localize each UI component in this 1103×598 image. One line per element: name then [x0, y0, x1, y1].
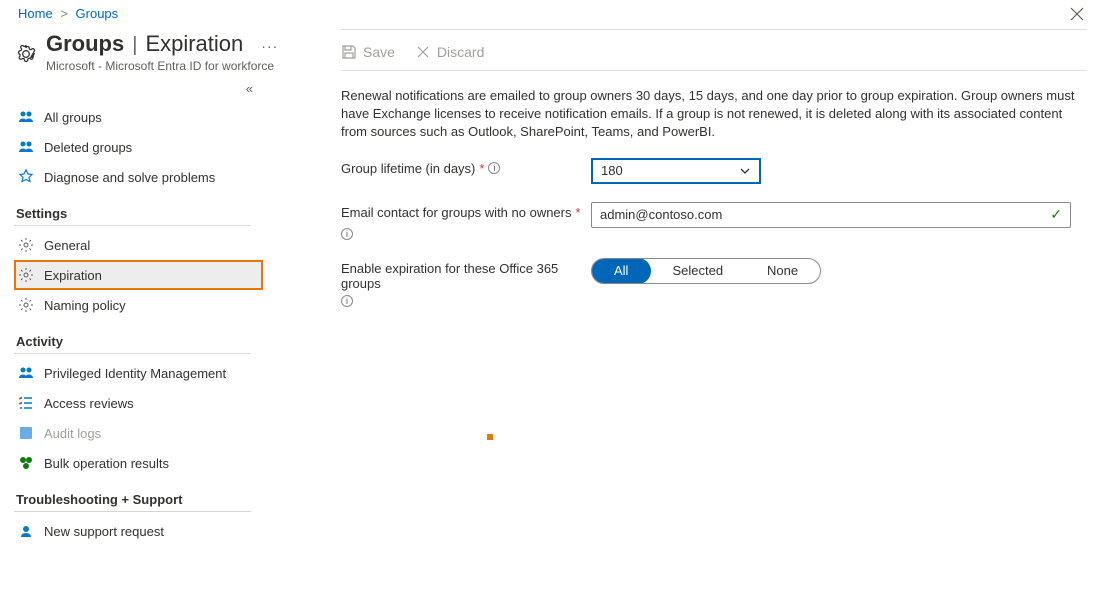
info-icon[interactable]: i	[341, 228, 353, 240]
lifetime-select[interactable]: 180	[591, 158, 761, 184]
check-icon: ✓	[1050, 206, 1062, 223]
sidebar-item-new-support[interactable]: New support request	[14, 516, 263, 546]
sidebar-item-label: New support request	[44, 524, 164, 539]
marker-dot	[487, 434, 493, 440]
breadcrumb-sep: >	[60, 6, 68, 21]
main-content: Save Discard Renewal notifications are e…	[263, 25, 1103, 546]
groups-icon	[18, 109, 34, 125]
sidebar-item-label: Privileged Identity Management	[44, 366, 226, 381]
sidebar-item-general[interactable]: General	[14, 230, 263, 260]
gear-icon	[18, 267, 34, 283]
pill-all[interactable]: All	[591, 258, 651, 284]
page-title: Groups	[46, 31, 124, 57]
sidebar-item-expiration[interactable]: Expiration	[14, 260, 263, 290]
chevron-down-icon	[739, 165, 751, 177]
groups-icon	[18, 365, 34, 381]
sidebar-item-label: All groups	[44, 110, 102, 125]
bulk-icon	[18, 455, 34, 471]
enable-label: Enable expiration for these Office 365 g…	[341, 258, 591, 307]
sidebar-item-label: General	[44, 238, 90, 253]
info-icon[interactable]: i	[488, 162, 500, 174]
sidebar-item-label: Expiration	[44, 268, 102, 283]
email-value: admin@contoso.com	[600, 207, 722, 222]
required-mark: *	[576, 205, 581, 220]
sidebar-item-naming-policy[interactable]: Naming policy	[14, 290, 263, 320]
sidebar-item-access-reviews[interactable]: Access reviews	[14, 388, 263, 418]
email-input[interactable]: admin@contoso.com ✓	[591, 202, 1071, 228]
sidebar-item-label: Access reviews	[44, 396, 134, 411]
sidebar-item-label: Bulk operation results	[44, 456, 169, 471]
gear-icon	[18, 237, 34, 253]
lifetime-label: Group lifetime (in days) * i	[341, 158, 591, 176]
breadcrumb-home[interactable]: Home	[18, 6, 53, 21]
toolbar: Save Discard	[341, 29, 1087, 71]
gear-icon	[16, 44, 36, 64]
enable-toggle: All Selected None	[591, 258, 821, 284]
save-label: Save	[363, 44, 395, 60]
email-label: Email contact for groups with no owners …	[341, 202, 591, 240]
sidebar-item-label: Deleted groups	[44, 140, 132, 155]
sidebar-item-label: Diagnose and solve problems	[44, 170, 215, 185]
log-icon	[18, 425, 34, 441]
sidebar-item-label: Naming policy	[44, 298, 126, 313]
info-icon[interactable]: i	[341, 295, 353, 307]
sidebar-item-label: Audit logs	[44, 426, 101, 441]
discard-button[interactable]: Discard	[415, 44, 484, 60]
save-icon	[341, 44, 357, 60]
sidebar-item-diagnose[interactable]: Diagnose and solve problems	[14, 162, 263, 192]
lifetime-value: 180	[601, 163, 623, 178]
page-subtitle: Microsoft - Microsoft Entra ID for workf…	[46, 59, 278, 73]
page-header: Groups | Expiration ··· Microsoft - Micr…	[14, 25, 263, 75]
sidebar-item-all-groups[interactable]: All groups	[14, 102, 263, 132]
breadcrumb: Home > Groups	[0, 0, 1103, 25]
pill-none[interactable]: None	[745, 259, 820, 283]
save-button[interactable]: Save	[341, 44, 395, 60]
lifetime-row: Group lifetime (in days) * i 180	[341, 158, 1087, 184]
description-text: Renewal notifications are emailed to gro…	[341, 71, 1081, 158]
sidebar-item-audit-logs[interactable]: Audit logs	[14, 418, 263, 448]
discard-icon	[415, 44, 431, 60]
checklist-icon	[18, 395, 34, 411]
sidebar-item-bulk-results[interactable]: Bulk operation results	[14, 448, 263, 478]
sidebar-section-settings: Settings	[14, 192, 251, 226]
sidebar: Groups | Expiration ··· Microsoft - Micr…	[0, 25, 263, 546]
sidebar-item-pim[interactable]: Privileged Identity Management	[14, 358, 263, 388]
collapse-icon[interactable]: «	[246, 81, 253, 96]
groups-icon	[18, 139, 34, 155]
required-mark: *	[479, 161, 484, 176]
breadcrumb-groups[interactable]: Groups	[76, 6, 119, 21]
pill-selected[interactable]: Selected	[650, 259, 745, 283]
support-icon	[18, 523, 34, 539]
sidebar-item-deleted-groups[interactable]: Deleted groups	[14, 132, 263, 162]
diagnose-icon	[18, 169, 34, 185]
page-section: Expiration	[145, 31, 243, 57]
gear-icon	[18, 297, 34, 313]
close-icon[interactable]	[1069, 6, 1085, 27]
sidebar-section-activity: Activity	[14, 320, 251, 354]
discard-label: Discard	[437, 44, 484, 60]
sidebar-section-support: Troubleshooting + Support	[14, 478, 251, 512]
email-row: Email contact for groups with no owners …	[341, 202, 1087, 240]
enable-row: Enable expiration for these Office 365 g…	[341, 258, 1087, 307]
